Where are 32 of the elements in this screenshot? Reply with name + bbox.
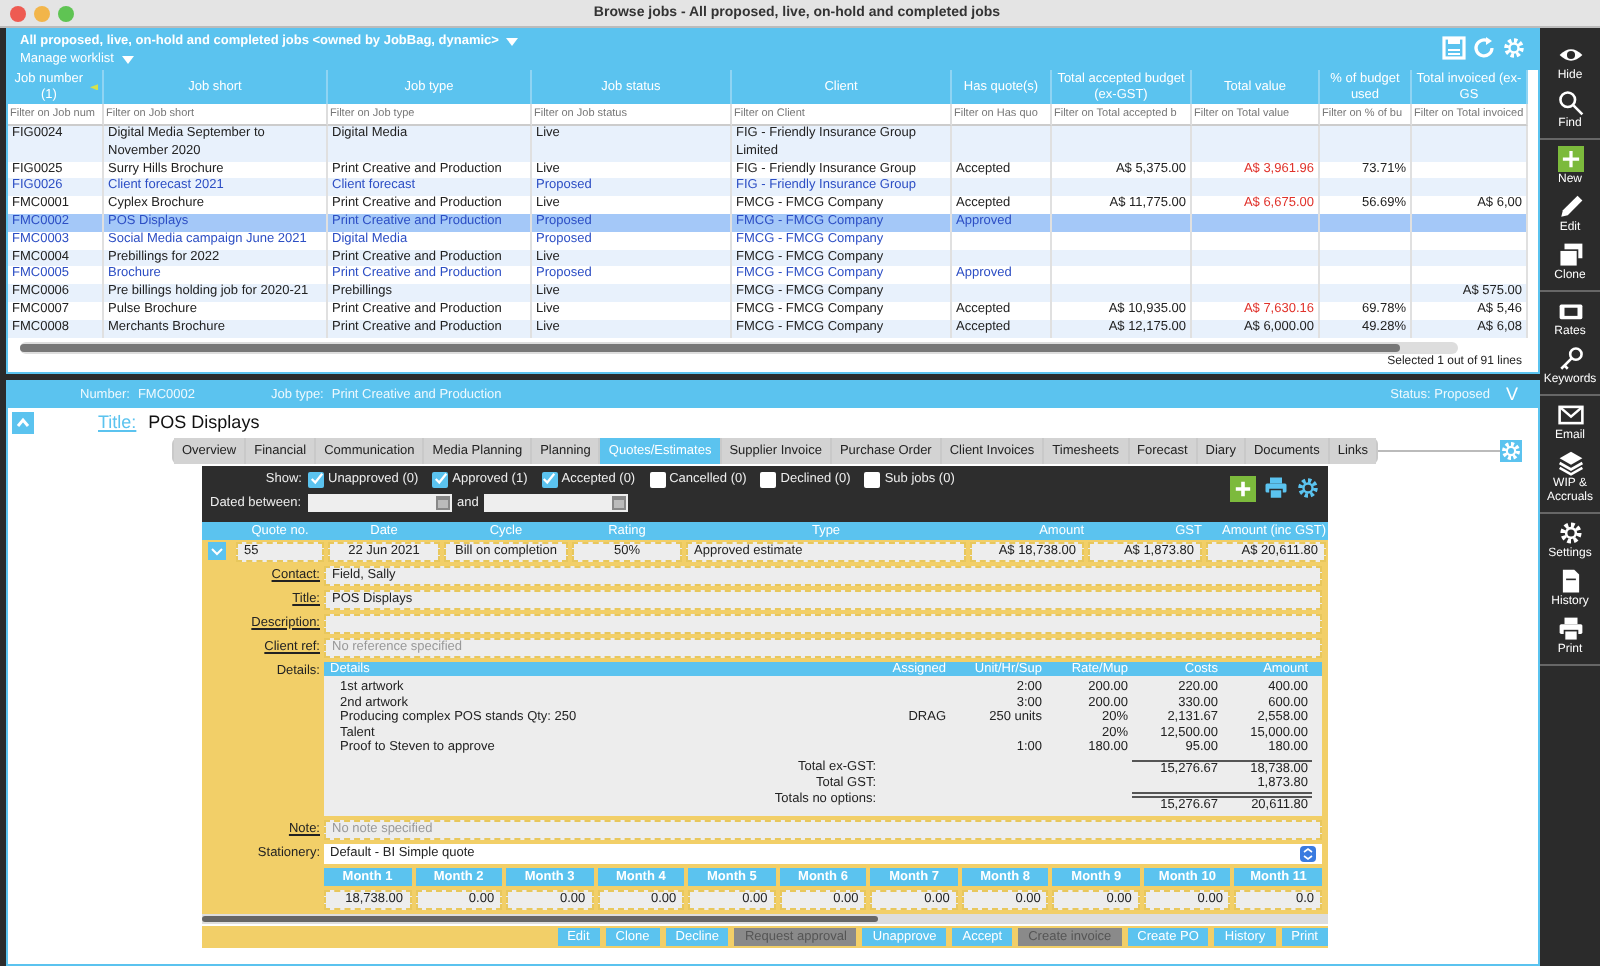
plus-icon	[1557, 146, 1583, 172]
sort-arrow-icon	[89, 83, 98, 91]
printer-icon	[1557, 616, 1583, 642]
settings-icon[interactable]	[1296, 475, 1320, 500]
search-icon	[1557, 90, 1583, 116]
text-field[interactable]	[324, 613, 1322, 634]
document-icon	[1557, 568, 1583, 594]
date-field[interactable]	[307, 493, 452, 512]
caret-icon	[121, 55, 134, 63]
chevron-icon[interactable]	[208, 541, 226, 560]
scrollbar[interactable]	[202, 914, 1328, 925]
job-title: POS Displays	[148, 412, 260, 433]
calendar-icon[interactable]	[612, 495, 627, 510]
calendar-icon[interactable]	[435, 495, 450, 510]
plus-icon	[1234, 479, 1252, 498]
checkmark-icon	[309, 472, 323, 487]
envelope-icon	[1557, 402, 1583, 428]
pencil-icon	[1557, 194, 1583, 220]
scrollbar[interactable]	[20, 341, 1458, 354]
date-field[interactable]	[484, 493, 629, 512]
circular-arrow-icon[interactable]	[1472, 36, 1496, 60]
layers-icon	[1557, 450, 1583, 476]
add-button[interactable]	[1230, 475, 1256, 502]
printer-icon[interactable]	[1264, 475, 1288, 500]
updown-icon	[1300, 846, 1316, 863]
key-icon	[1557, 346, 1583, 372]
settings-icon	[1557, 520, 1583, 546]
checkmark-icon	[542, 472, 557, 487]
collapse-icon[interactable]	[12, 411, 34, 434]
copy-icon	[1557, 242, 1583, 268]
checkmark-icon	[433, 472, 448, 487]
caret-icon	[506, 37, 519, 45]
